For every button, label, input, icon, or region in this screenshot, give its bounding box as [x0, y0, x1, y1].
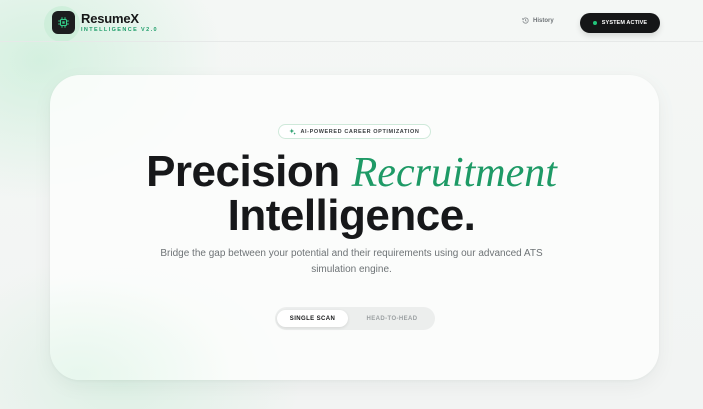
hero-subtitle: Bridge the gap between your potential an… [160, 248, 543, 275]
brand-name: ResumeX [81, 11, 139, 26]
feature-badge: AI-POWERED CAREER OPTIMIZATION [278, 124, 431, 139]
tab-head-to-head[interactable]: HEAD-TO-HEAD [352, 310, 432, 327]
logo[interactable] [52, 11, 75, 34]
headline-line-2: Intelligence. [227, 191, 476, 240]
badge-label: AI-POWERED CAREER OPTIMIZATION [300, 128, 420, 135]
history-icon [522, 17, 529, 24]
history-label: History [533, 17, 554, 24]
status-label: SYSTEM ACTIVE [601, 20, 648, 26]
circuit-icon [58, 17, 69, 28]
scan-mode-tabs: SINGLE SCAN HEAD-TO-HEAD [275, 307, 435, 330]
headline-bold-word: Precision [146, 147, 340, 196]
brand-subtitle: INTELLIGENCE V2.0 [81, 27, 158, 33]
header-divider [0, 41, 703, 42]
app-header: ResumeX INTELLIGENCE V2.0 History SYSTEM… [0, 2, 703, 42]
history-button[interactable]: History [522, 17, 554, 24]
status-dot [592, 21, 597, 25]
system-status-button[interactable]: SYSTEM ACTIVE [580, 13, 660, 33]
sparkles-icon [289, 128, 297, 135]
tab-single-scan[interactable]: SINGLE SCAN [277, 310, 348, 327]
